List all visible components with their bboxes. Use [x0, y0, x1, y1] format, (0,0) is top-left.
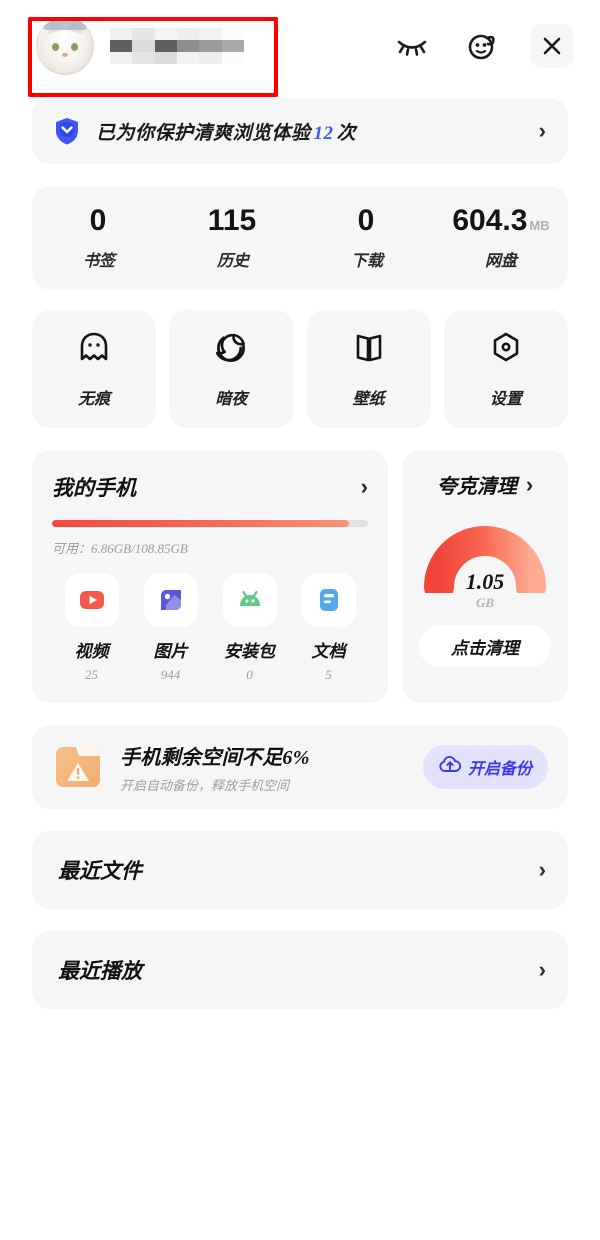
recent-played-row[interactable]: 最近播放 › [32, 931, 568, 1009]
stat-history-value: 115 [207, 203, 257, 237]
username-redacted[interactable] [110, 28, 244, 64]
chevron-right-icon: › [538, 957, 546, 982]
storage-progress-fill [52, 520, 350, 527]
stat-bookmarks[interactable]: 0 书签 [32, 203, 166, 271]
close-button[interactable] [530, 24, 574, 68]
moon-icon [212, 329, 250, 372]
avatar-cat-hat [44, 17, 86, 30]
avatar-cat-eye-right [71, 43, 78, 51]
book-icon [350, 329, 388, 372]
shield-check-icon [52, 116, 82, 146]
file-categories-row: 视频 25 图片 944 安装包 0 文档 5 [52, 573, 368, 683]
backup-promo-banner[interactable]: 手机剩余空间不足6% 开启自动备份，释放手机空间 开启备份 [32, 725, 568, 809]
privacy-banner-text-after: 次 [336, 122, 357, 144]
file-category-document-count: 5 [325, 667, 332, 682]
video-icon [64, 573, 119, 627]
cloud-upload-icon [439, 755, 462, 780]
document-icon [301, 573, 356, 627]
stat-cloud-unit: MB [529, 217, 550, 233]
file-category-video-label: 视频 [74, 642, 109, 661]
middle-cards-row: 我的手机 › 可用：6.86GB/108.85GB 视频 25 图片 944 安… [32, 450, 568, 703]
quick-action-settings-label: 设置 [489, 391, 522, 408]
file-category-video[interactable]: 视频 25 [52, 573, 131, 683]
stat-cloud[interactable]: 604.3 MB 网盘 [434, 203, 568, 271]
profile-panel-screen: 已为你保护清爽浏览体验 12 次 › 0 书签 115 历史 0 下载 604.3 M… [0, 0, 600, 1240]
storage-gauge-value: 1.05 [465, 569, 505, 594]
kids-mode-icon[interactable] [460, 24, 504, 68]
storage-gauge: 1.05 [419, 515, 551, 602]
enable-backup-button[interactable]: 开启备份 [422, 745, 548, 789]
chevron-right-icon: › [538, 118, 546, 143]
quick-action-dark-mode-label: 暗夜 [215, 391, 248, 408]
stat-bookmarks-value: 0 [89, 203, 107, 237]
storage-gauge-unit: GB [475, 595, 495, 610]
header-actions [390, 24, 574, 68]
privacy-banner-count: 12 [313, 122, 334, 144]
stat-downloads[interactable]: 0 下载 [300, 203, 434, 271]
stat-bookmarks-label: 书签 [82, 252, 115, 270]
file-category-apk-label: 安装包 [224, 642, 275, 661]
apk-android-icon [222, 573, 277, 627]
quick-action-dark-mode[interactable]: 暗夜 [169, 310, 294, 428]
stat-history[interactable]: 115 历史 [166, 203, 300, 271]
phone-storage-title: 我的手机 [52, 476, 136, 500]
avatar[interactable] [36, 17, 94, 75]
chevron-right-icon: › [538, 857, 546, 882]
file-category-video-count: 25 [85, 667, 98, 682]
phone-storage-header: 我的手机 › [52, 472, 368, 502]
backup-texts: 手机剩余空间不足6% 开启自动备份，释放手机空间 [120, 741, 310, 794]
enable-backup-label: 开启备份 [467, 761, 532, 778]
file-category-image-count: 944 [160, 667, 181, 682]
stat-downloads-label: 下载 [350, 252, 383, 270]
quick-action-settings[interactable]: 设置 [443, 310, 568, 428]
stat-cloud-label: 网盘 [484, 252, 517, 270]
avatar-cat-eye-left [52, 43, 59, 51]
quick-action-incognito-label: 无痕 [78, 391, 111, 408]
warning-folder-icon [52, 741, 104, 793]
quick-action-incognito[interactable]: 无痕 [32, 310, 157, 428]
avatar-cat-nose [62, 53, 68, 57]
file-category-apk[interactable]: 安装包 0 [210, 573, 289, 683]
chevron-right-icon[interactable]: › [361, 476, 368, 498]
privacy-protection-banner[interactable]: 已为你保护清爽浏览体验 12 次 › [32, 98, 568, 164]
stat-downloads-value: 0 [357, 203, 375, 237]
hexagon-settings-icon [487, 329, 525, 372]
quark-clean-title: 夸克清理 [436, 476, 517, 498]
file-category-document-label: 文档 [311, 642, 346, 661]
quark-clean-header: 夸克清理 › [437, 470, 533, 499]
stats-card: 0 书签 115 历史 0 下载 604.3 MB 网盘 [32, 186, 568, 290]
quick-actions-row: 无痕 暗夜 壁纸 设置 [32, 310, 568, 428]
privacy-banner-text: 已为你保护清爽浏览体验 12 次 [96, 118, 356, 145]
clean-now-button[interactable]: 点击清理 [419, 625, 551, 667]
phone-storage-card[interactable]: 我的手机 › 可用：6.86GB/108.85GB 视频 25 图片 944 安… [32, 450, 388, 703]
recent-files-label: 最近文件 [58, 859, 142, 883]
header-bar [0, 0, 600, 92]
backup-subtitle: 开启自动备份，释放手机空间 [120, 777, 290, 793]
recent-files-row[interactable]: 最近文件 › [32, 831, 568, 909]
file-category-apk-count: 0 [246, 667, 253, 682]
chevron-right-icon[interactable]: › [526, 473, 533, 496]
image-icon [143, 573, 198, 627]
privacy-banner-text-before: 已为你保护清爽浏览体验 [96, 122, 311, 144]
stat-cloud-value: 604.3 [452, 203, 528, 237]
quark-clean-card[interactable]: 夸克清理 › 1.05 GB 点击清理 [402, 450, 568, 703]
backup-title: 手机剩余空间不足6% [120, 746, 310, 769]
storage-progress-bar [52, 520, 368, 527]
recent-played-label: 最近播放 [58, 959, 142, 983]
file-category-image-label: 图片 [153, 642, 188, 661]
quick-action-wallpaper-label: 壁纸 [352, 391, 385, 408]
storage-available-text: 可用：6.86GB/108.85GB [52, 541, 188, 556]
stat-history-label: 历史 [216, 252, 249, 270]
ghost-icon [75, 329, 113, 372]
file-category-image[interactable]: 图片 944 [131, 573, 210, 683]
quick-action-wallpaper[interactable]: 壁纸 [306, 310, 431, 428]
eye-closed-icon[interactable] [390, 24, 434, 68]
file-category-document[interactable]: 文档 5 [289, 573, 368, 683]
